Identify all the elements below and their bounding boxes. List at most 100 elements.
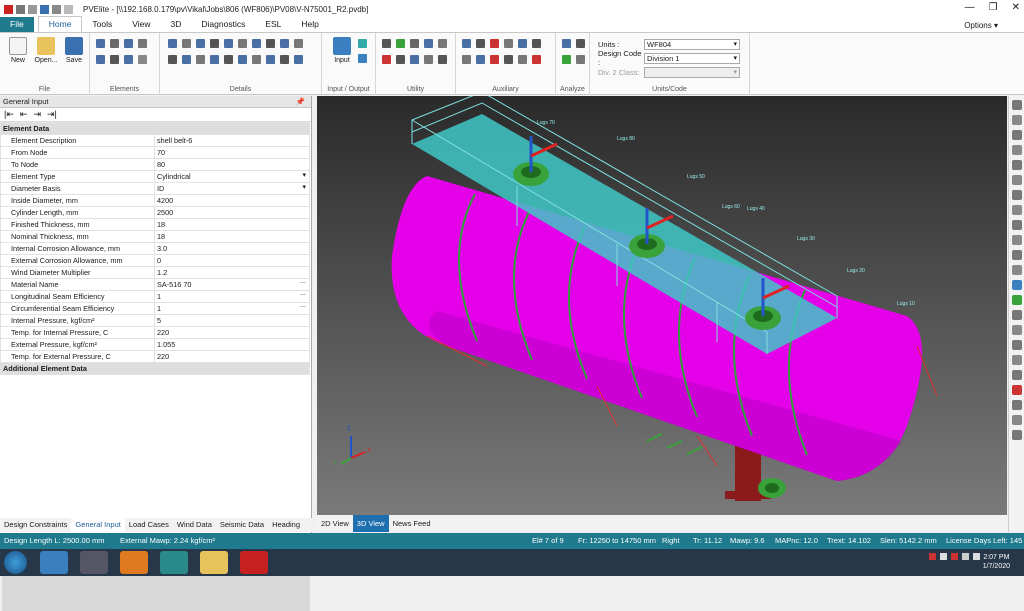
material-name-field[interactable]: SA-516 70 [154,278,310,291]
tab-seismic-data[interactable]: Seismic Data [216,518,268,532]
close-button[interactable]: ✕ [1012,2,1020,13]
detail-icon[interactable] [280,55,289,64]
tab-tools[interactable]: Tools [82,17,122,32]
auxiliary-icon[interactable] [532,39,541,48]
view-tool-icon[interactable] [1011,145,1022,155]
utility-icon[interactable] [438,55,447,64]
tray-icon[interactable] [973,553,980,560]
detail-icon[interactable] [266,55,275,64]
view-tool-icon[interactable] [1011,370,1022,380]
tab-esl[interactable]: ESL [255,17,291,32]
auxiliary-icon[interactable] [462,39,471,48]
detail-icon[interactable] [168,39,177,48]
internal-corrosion-field[interactable]: 3.0 [154,242,310,255]
folder-icon[interactable] [200,551,228,574]
view-tool-icon[interactable] [1011,205,1022,215]
first-element-icon[interactable]: |⇤ [4,109,14,120]
auxiliary-icon[interactable] [462,55,471,64]
element-icon[interactable] [138,39,147,48]
internal-temp-field[interactable]: 220 [154,326,310,339]
undo-icon[interactable] [16,4,25,14]
analyze-icon[interactable] [562,55,571,64]
view-tool-icon[interactable] [1011,310,1022,320]
save-button[interactable]: Save [62,37,86,64]
wind-multiplier-field[interactable]: 1.2 [154,266,310,279]
tab-load-cases[interactable]: Load Cases [125,518,173,532]
analyze-icon[interactable] [576,55,585,64]
analyze-icon[interactable] [562,39,571,48]
view-tool-icon[interactable] [1011,400,1022,410]
3d-viewport[interactable]: Lugs 70 Lugs 80 Lugs 50 Lugs 40 Lugs 30 … [317,96,1007,515]
element-icon[interactable] [96,39,105,48]
redo-icon[interactable] [28,4,37,14]
dropdown-icon[interactable] [64,4,73,14]
detail-icon[interactable] [210,55,219,64]
to-node-field[interactable]: 80 [154,158,310,171]
tab-wind-data[interactable]: Wind Data [173,518,216,532]
maximize-button[interactable]: ❐ [989,2,998,13]
detail-icon[interactable] [224,39,233,48]
utility-icon[interactable] [438,39,447,48]
view-tool-icon[interactable] [1011,115,1022,125]
detail-icon[interactable] [294,39,303,48]
internal-pressure-field[interactable]: 5 [154,314,310,327]
element-icon[interactable] [138,55,147,64]
tab-home[interactable]: Home [37,16,83,32]
view-tool-icon[interactable] [1011,340,1022,350]
from-node-field[interactable]: 70 [154,146,310,159]
detail-icon[interactable] [280,39,289,48]
tab-view[interactable]: View [122,17,160,32]
detail-icon[interactable] [238,55,247,64]
auxiliary-icon[interactable] [532,55,541,64]
previous-element-icon[interactable]: ⇤ [20,109,28,120]
pin-icon[interactable]: 📌 [296,96,305,108]
utility-icon[interactable] [410,55,419,64]
firefox-icon[interactable] [120,551,148,574]
view-tool-icon[interactable] [1011,100,1022,110]
detail-icon[interactable] [196,39,205,48]
tab-general-input[interactable]: General Input [71,518,125,532]
finished-thickness-field[interactable]: 18 [154,218,310,231]
element-icon[interactable] [96,55,105,64]
tab-news-feed[interactable]: News Feed [389,515,435,532]
view-tool-icon[interactable] [1011,160,1022,170]
external-corrosion-field[interactable]: 0 [154,254,310,267]
element-description-field[interactable]: shell belt-6 [154,134,310,147]
utility-icon[interactable] [382,39,391,48]
last-element-icon[interactable]: ⇥| [47,109,57,120]
tab-help[interactable]: Help [291,17,328,32]
detail-icon[interactable] [294,55,303,64]
tray-icon[interactable] [940,553,947,560]
element-icon[interactable] [124,55,133,64]
inside-diameter-field[interactable]: 4200 [154,194,310,207]
tab-file[interactable]: File [0,17,34,32]
new-button[interactable]: New [6,37,30,64]
utility-icon[interactable] [424,39,433,48]
circ-seam-efficiency-field[interactable]: 1 [154,302,310,315]
view-tool-icon[interactable] [1011,175,1022,185]
tab-heading[interactable]: Heading [268,518,304,532]
detail-icon[interactable] [182,39,191,48]
tray-icon[interactable] [951,553,958,560]
detail-icon[interactable] [182,55,191,64]
tab-3d[interactable]: 3D [161,17,192,32]
utility-icon[interactable] [382,55,391,64]
print-icon[interactable] [52,4,61,14]
clock[interactable]: 2:07 PM 1/7/2020 [983,553,1010,571]
auxiliary-icon[interactable] [490,39,499,48]
utility-icon[interactable] [410,39,419,48]
minimize-button[interactable]: — [965,2,975,13]
app-icon[interactable] [80,551,108,574]
element-type-select[interactable]: Cylindrical [154,170,310,183]
options-menu[interactable]: Options ▾ [964,21,998,30]
pdf-icon[interactable] [240,551,268,574]
view-tool-icon[interactable] [1011,220,1022,230]
view-tool-icon[interactable] [1011,355,1022,365]
detail-icon[interactable] [252,39,261,48]
detail-icon[interactable] [210,39,219,48]
nominal-thickness-field[interactable]: 18 [154,230,310,243]
long-seam-efficiency-field[interactable]: 1 [154,290,310,303]
view-tool-icon[interactable] [1011,250,1022,260]
external-pressure-field[interactable]: 1.055 [154,338,310,351]
tab-diagnostics[interactable]: Diagnostics [191,17,255,32]
